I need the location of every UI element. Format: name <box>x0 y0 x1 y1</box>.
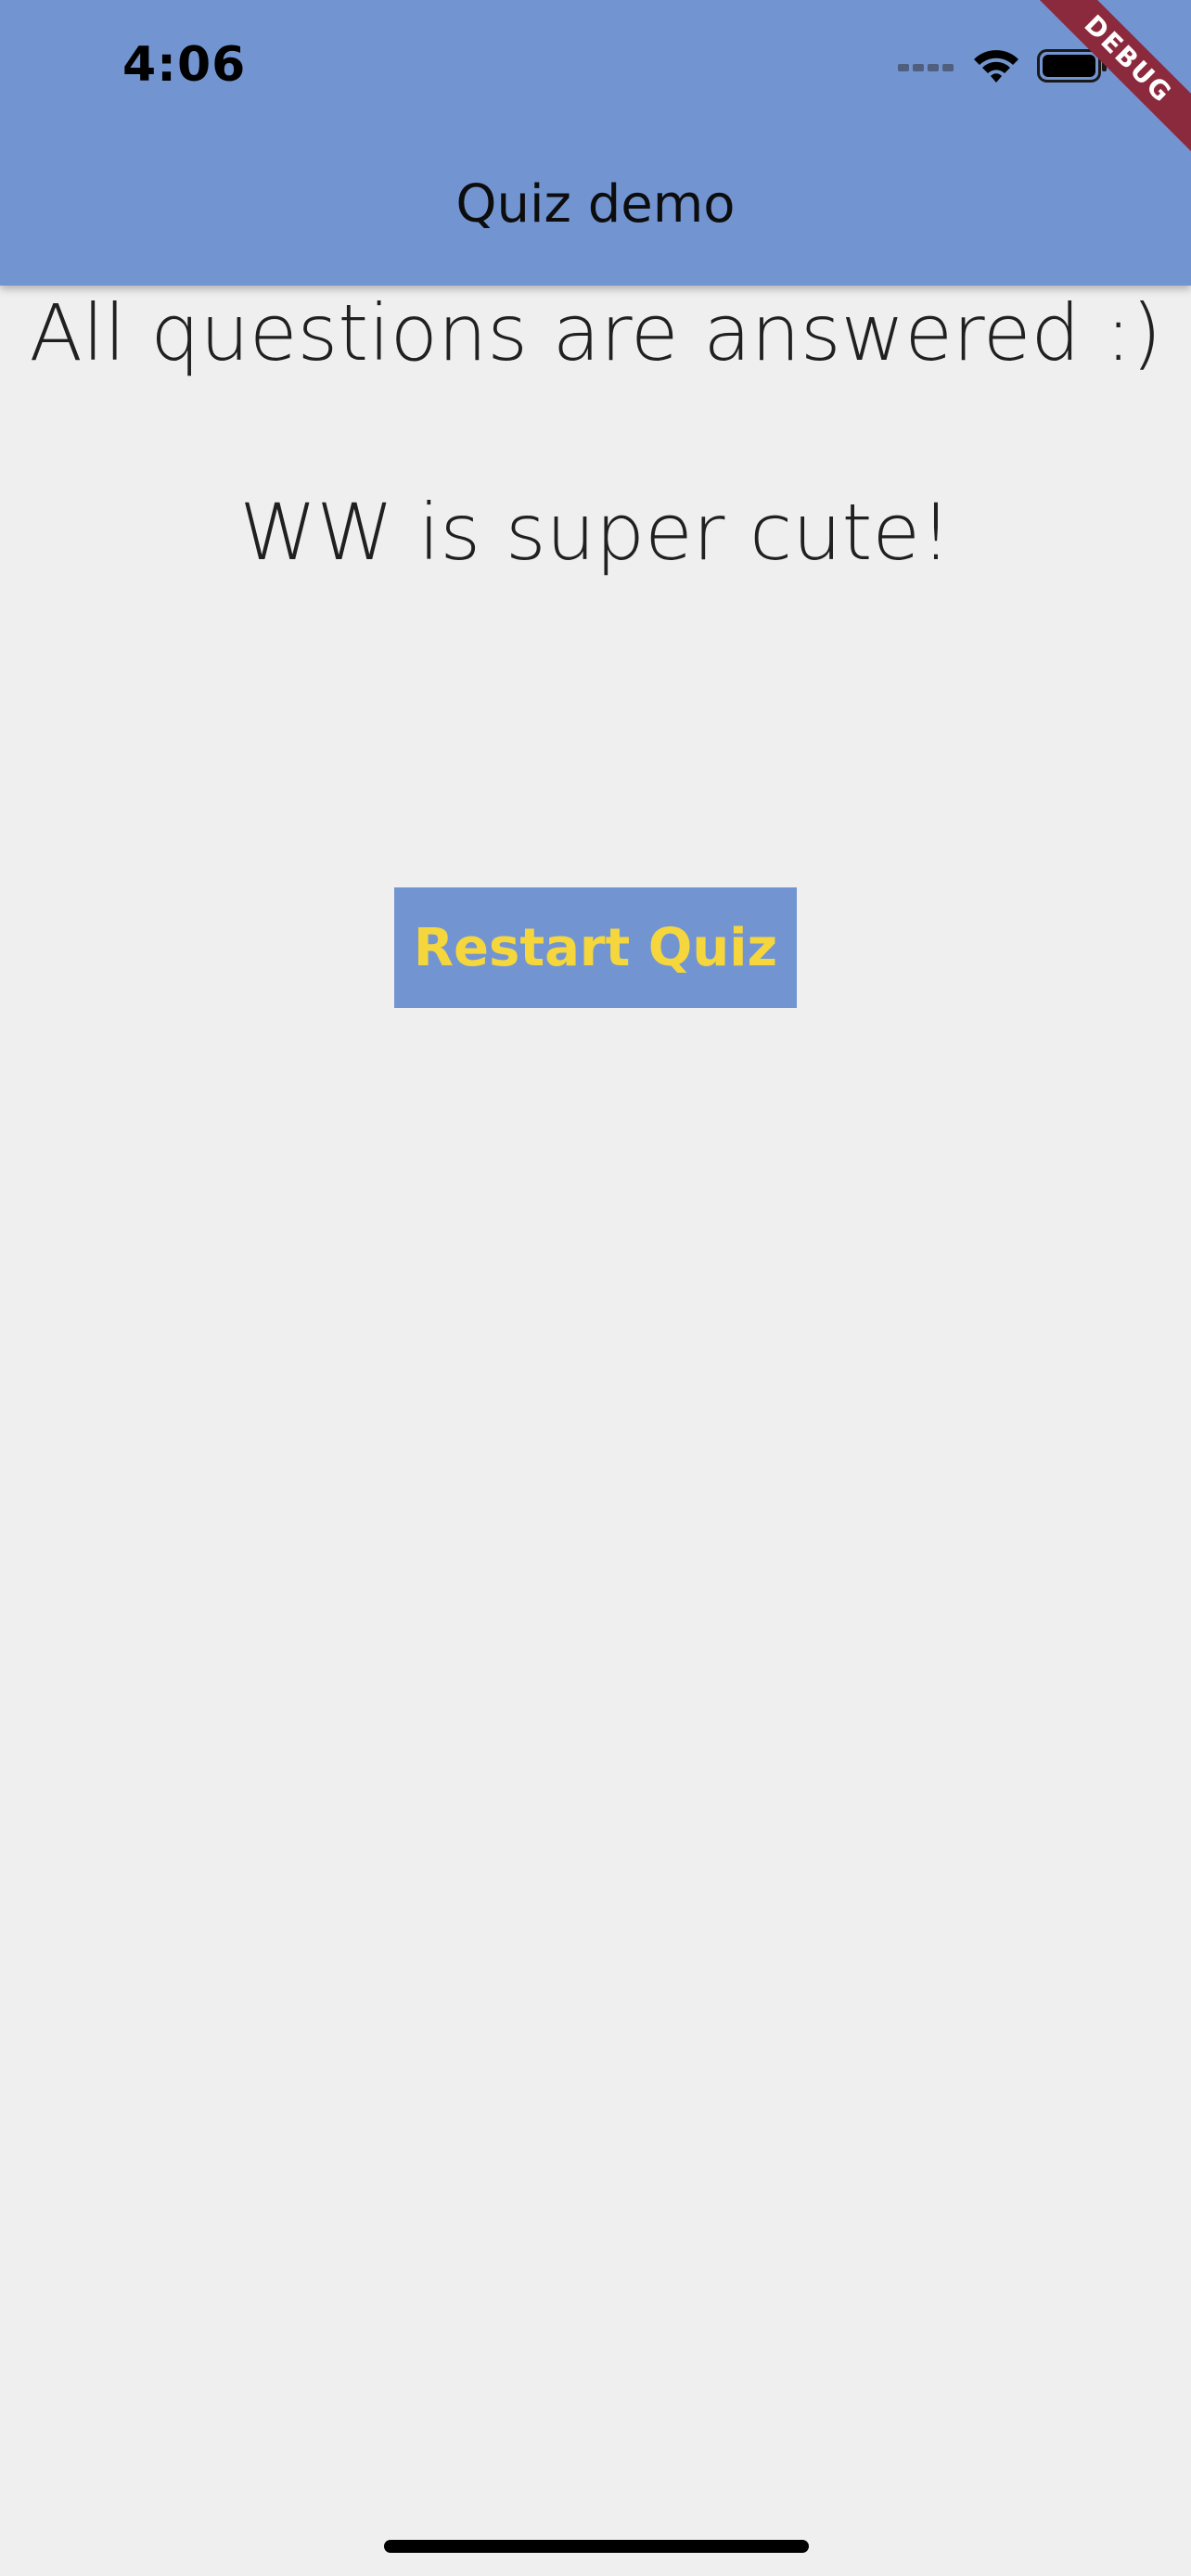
quiz-result-screen: 4:06 Quiz demo DEBUG All questions are a… <box>0 0 1191 2576</box>
status-bar-icons <box>898 45 1108 91</box>
result-message: All questions are answered :) <box>29 287 1162 378</box>
restart-quiz-button[interactable]: Restart Quiz <box>394 887 797 1008</box>
home-indicator[interactable] <box>384 2540 809 2553</box>
result-submessage: WW is super cute! <box>239 487 952 578</box>
battery-icon <box>1037 47 1108 88</box>
page-title: Quiz demo <box>455 174 736 235</box>
wifi-icon <box>972 47 1020 88</box>
status-bar-time: 4:06 <box>122 37 247 93</box>
app-bar: 4:06 Quiz demo <box>0 0 1191 286</box>
cellular-signal-icon <box>898 59 955 77</box>
